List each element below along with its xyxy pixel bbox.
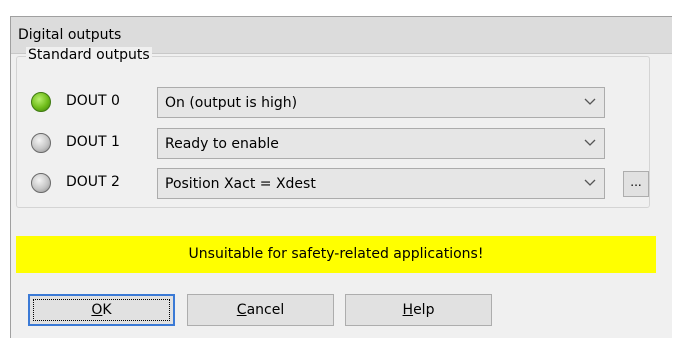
- mnemonic: O: [91, 302, 103, 318]
- label-rest: ancel: [246, 302, 285, 318]
- safety-warning-banner: Unsuitable for safety-related applicatio…: [16, 236, 656, 273]
- more-options-button[interactable]: ...: [623, 171, 649, 197]
- help-button-label: Help: [403, 302, 435, 318]
- dout1-select[interactable]: Ready to enable: [157, 128, 605, 159]
- chevron-down-icon: [584, 139, 596, 146]
- cancel-button[interactable]: Cancel: [187, 294, 334, 326]
- led-off-icon: [31, 133, 51, 153]
- select-value: Position Xact = Xdest: [165, 176, 316, 192]
- dout-label: DOUT 2: [66, 174, 120, 190]
- led-off-icon: [31, 173, 51, 193]
- dout-label: DOUT 1: [66, 134, 120, 150]
- output-row-dout2: DOUT 2 Position Xact = Xdest: [0, 166, 680, 200]
- select-value: Ready to enable: [165, 136, 279, 152]
- dout2-select[interactable]: Position Xact = Xdest: [157, 168, 605, 199]
- select-value: On (output is high): [165, 95, 298, 111]
- ok-button-label: OK: [91, 302, 111, 318]
- dout-label: DOUT 0: [66, 93, 120, 109]
- mnemonic: C: [236, 302, 247, 318]
- label-rest: K: [102, 302, 112, 318]
- label-rest: elp: [413, 302, 435, 318]
- chevron-down-icon: [584, 98, 596, 105]
- mnemonic: H: [402, 302, 414, 318]
- dialog-title: Digital outputs: [18, 27, 122, 43]
- dout0-select[interactable]: On (output is high): [157, 87, 605, 118]
- led-on-icon: [31, 92, 51, 112]
- chevron-down-icon: [584, 179, 596, 186]
- group-title: Standard outputs: [26, 47, 152, 63]
- ok-button[interactable]: OK: [28, 294, 175, 326]
- output-row-dout1: DOUT 1 Ready to enable: [0, 126, 680, 160]
- help-button[interactable]: Help: [345, 294, 492, 326]
- output-row-dout0: DOUT 0 On (output is high): [0, 85, 680, 119]
- cancel-button-label: Cancel: [237, 302, 284, 318]
